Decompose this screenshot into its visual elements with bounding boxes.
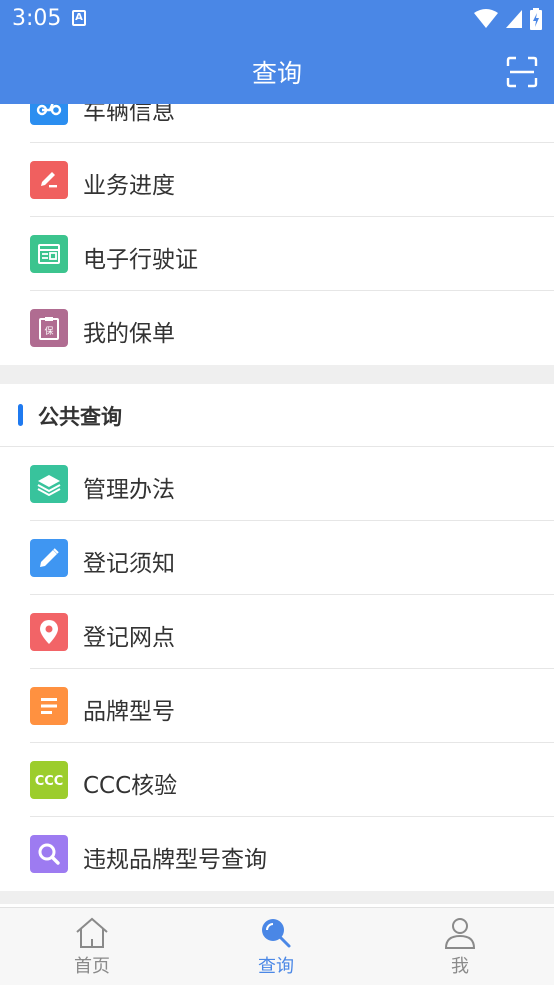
- bottom-tab-bar: 首页 查询 我: [0, 907, 554, 985]
- list-item-business-progress[interactable]: 业务进度: [0, 143, 554, 217]
- svg-text:保: 保: [44, 325, 53, 337]
- list-item-label: 品牌型号: [83, 699, 175, 725]
- list-lines-icon: [30, 687, 68, 725]
- scan-icon[interactable]: [506, 56, 538, 88]
- tab-label: 查询: [258, 956, 294, 977]
- section-header-public: 公共查询: [0, 384, 554, 447]
- list-item-label: 登记网点: [83, 625, 175, 651]
- notification-app-icon: A: [72, 10, 86, 26]
- list-item-ccc-verify[interactable]: CCC CCC核验: [0, 743, 554, 817]
- pencil-icon: [30, 539, 68, 577]
- list-item-label: 登记须知: [83, 551, 175, 577]
- tab-home[interactable]: 首页: [0, 908, 184, 985]
- app-bar: 查询: [0, 38, 554, 104]
- person-icon: [444, 918, 476, 949]
- list-item-management-rules[interactable]: 管理办法: [0, 447, 554, 521]
- list-item-label: CCC核验: [83, 773, 178, 799]
- section-gap: [0, 365, 554, 384]
- wifi-icon: [474, 9, 498, 28]
- location-pin-icon: [30, 613, 68, 651]
- list-item-registration-points[interactable]: 登记网点: [0, 595, 554, 669]
- section-title: 公共查询: [38, 405, 122, 429]
- tab-query[interactable]: 查询: [184, 908, 368, 985]
- list-item-label: 电子行驶证: [83, 247, 198, 273]
- tab-label: 我: [451, 956, 469, 977]
- list-item-brand-model[interactable]: 品牌型号: [0, 669, 554, 743]
- list-item-vehicle-info[interactable]: 车辆信息: [0, 104, 554, 143]
- section-gap: [0, 891, 554, 904]
- list-item-e-license[interactable]: 电子行驶证: [0, 217, 554, 291]
- status-bar: 3:05 A: [0, 0, 554, 38]
- tab-label: 首页: [74, 956, 110, 977]
- list-item-registration-notice[interactable]: 登记须知: [0, 521, 554, 595]
- list-item-my-policy[interactable]: 保 我的保单: [0, 291, 554, 365]
- list-item-label: 我的保单: [83, 321, 175, 347]
- status-time: 3:05: [12, 6, 62, 31]
- home-icon: [76, 917, 108, 948]
- layers-icon: [30, 465, 68, 503]
- list-item-label: 业务进度: [83, 173, 175, 199]
- battery-icon: [530, 8, 542, 30]
- list-item-violation-brand-query[interactable]: 违规品牌型号查询: [0, 817, 554, 891]
- magnifier-icon: [30, 835, 68, 873]
- svg-text:CCC: CCC: [35, 774, 64, 789]
- search-icon: [262, 919, 291, 948]
- list-item-label: 管理办法: [83, 477, 175, 503]
- tab-me[interactable]: 我: [368, 908, 552, 985]
- status-indicators: [474, 8, 542, 30]
- content-list[interactable]: 车辆信息 业务进度 电子行驶证 保 我的保单 公共查询 管理办法 登记须知 登记…: [0, 104, 554, 904]
- signal-icon: [506, 10, 522, 28]
- edit-progress-icon: [30, 161, 68, 199]
- section-accent-bar: [18, 404, 23, 426]
- license-card-icon: [30, 235, 68, 273]
- list-item-label: 违规品牌型号查询: [83, 847, 267, 873]
- list-item-label: 车辆信息: [83, 104, 175, 125]
- ccc-icon: CCC: [30, 761, 68, 799]
- insurance-clipboard-icon: 保: [30, 309, 68, 347]
- scooter-icon: [30, 104, 68, 125]
- page-title: 查询: [251, 59, 302, 88]
